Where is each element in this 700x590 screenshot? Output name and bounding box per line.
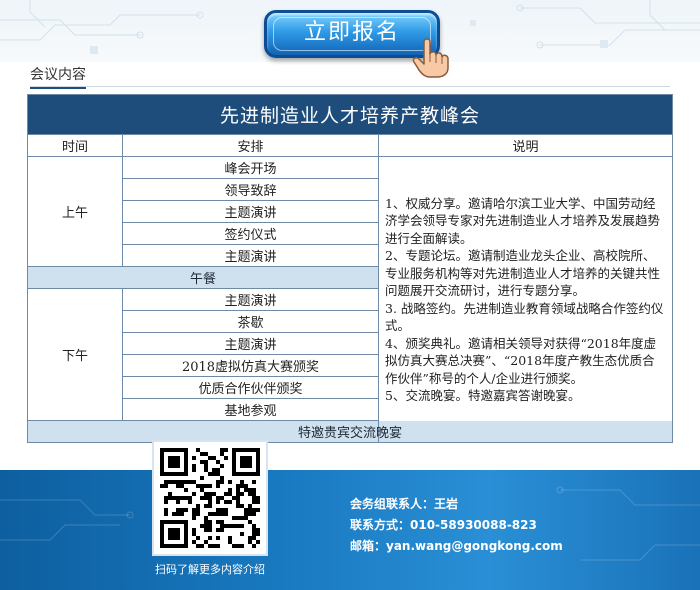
contact-info: 会务组联系人：王岩 联系方式：010-58930088-823 邮箱：yan.w… — [350, 494, 563, 557]
period-morning: 上午 — [27, 156, 123, 267]
lunch-row: 午餐 — [27, 266, 379, 289]
schedule-item: 主题演讲 — [122, 244, 379, 267]
column-header-schedule: 安排 — [122, 134, 379, 157]
qr-caption: 扫码了解更多内容介绍 — [155, 563, 265, 576]
column-header-notes: 说明 — [377, 134, 674, 157]
note-item: 5、交流晚宴。特邀嘉宾答谢晚宴。 — [385, 388, 581, 403]
contact-person: 会务组联系人：王岩 — [350, 497, 459, 511]
note-item: 4、颁奖典礼。邀请相关领导对获得“2018年度虚拟仿真大赛总决赛”、“2018年… — [385, 335, 657, 386]
note-item: 1、权威分享。邀请哈尔滨工业大学、中国劳动经济学会领导专家对先进制造业人才培养及… — [385, 195, 661, 246]
agenda-notes: 1、权威分享。邀请哈尔滨工业大学、中国劳动经济学会领导专家对先进制造业人才培养及… — [377, 156, 674, 443]
schedule-item: 主题演讲 — [122, 332, 379, 355]
contact-email: 邮箱：yan.wang@gongkong.com — [350, 539, 563, 553]
note-item: 3. 战略签约。先进制造业教育领域战略合作签约仪式。 — [385, 300, 664, 334]
qr-code — [152, 440, 268, 556]
hand-pointer-icon — [412, 38, 449, 78]
note-item: 2、专题论坛。邀请制造业龙头企业、高校院所、专业服务机构等对先进制造业人才培养的… — [385, 248, 661, 298]
contact-phone: 联系方式：010-58930088-823 — [350, 518, 537, 532]
schedule-item: 峰会开场 — [122, 156, 379, 179]
schedule-item: 签约仪式 — [122, 222, 379, 245]
schedule-item: 领导致辞 — [122, 178, 379, 201]
evening-row: 特邀贵宾交流晚宴 — [26, 420, 674, 443]
schedule-item: 2018虚拟仿真大赛颁奖 — [122, 354, 379, 377]
schedule-item: 主题演讲 — [122, 200, 379, 223]
column-header-time: 时间 — [27, 134, 123, 157]
register-button-highlight — [273, 17, 431, 51]
agenda-table: 先进制造业人才培养产教峰会 时间 安排 说明 上午 峰会开场 1、权威分享。邀请… — [26, 94, 674, 443]
schedule-item: 主题演讲 — [122, 288, 379, 311]
schedule-item: 优质合作伙伴颁奖 — [122, 376, 379, 399]
period-afternoon: 下午 — [27, 288, 123, 421]
schedule-item: 基地参观 — [122, 398, 379, 421]
agenda-title: 先进制造业人才培养产教峰会 — [26, 94, 674, 135]
section-divider — [30, 86, 670, 87]
schedule-item: 茶歇 — [122, 310, 379, 333]
qr-code-image — [160, 448, 260, 548]
